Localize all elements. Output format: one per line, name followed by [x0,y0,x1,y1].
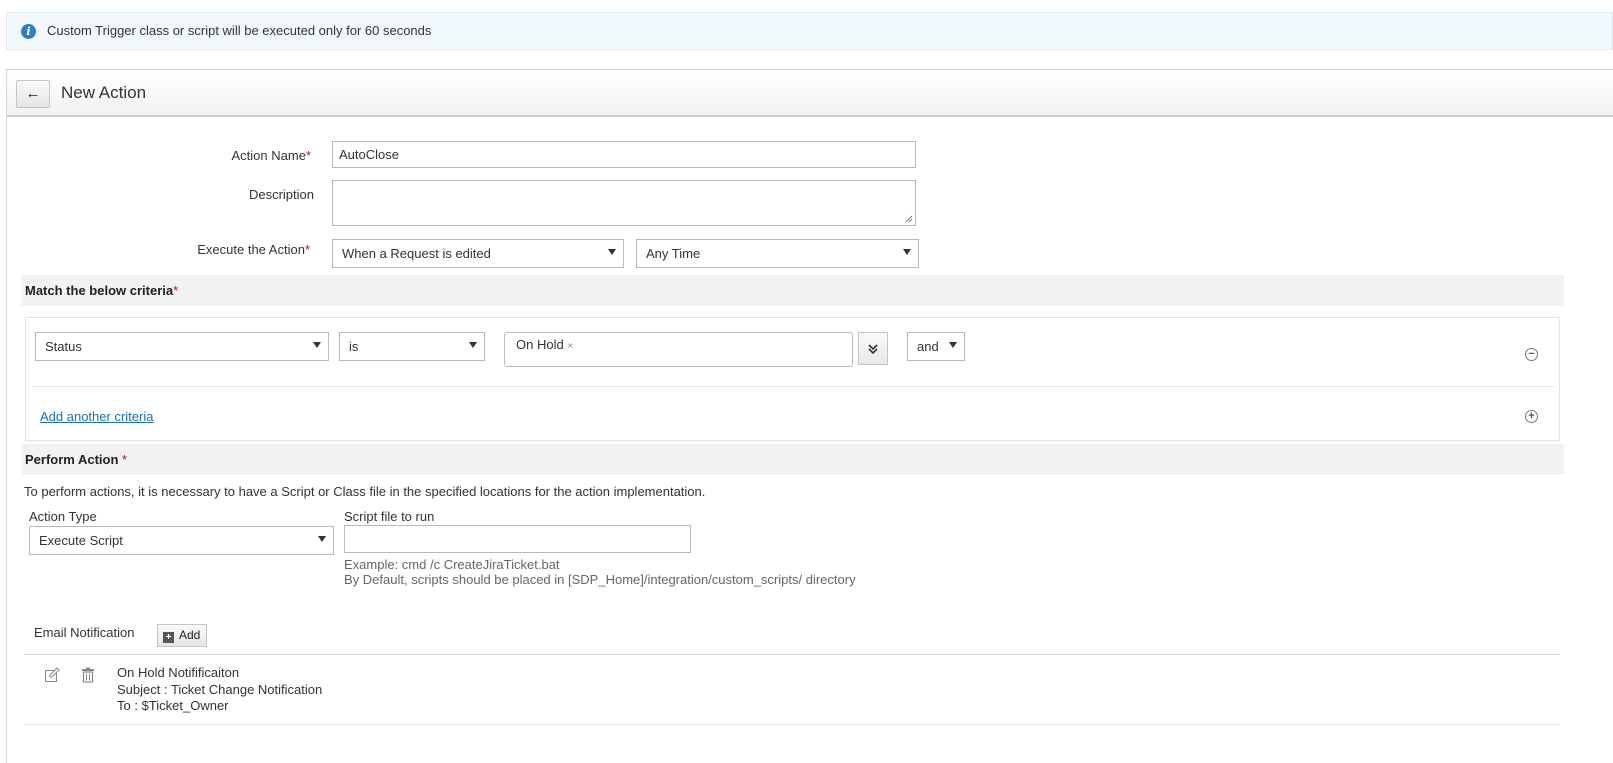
edit-icon[interactable] [44,667,60,686]
description-label: Description [248,187,314,202]
page-title: New Action [61,83,147,102]
script-file-label: Script file to run [344,509,435,524]
perform-action-section-title: Perform Action * [21,444,1564,475]
notification-row-divider [24,724,1560,725]
add-another-criteria-link[interactable]: Add another criteria [40,409,153,424]
criteria-section-title: Match the below criteria* [21,275,1564,306]
action-type-select[interactable]: Execute Script [29,526,334,555]
criteria-value-input[interactable]: On Hold × [504,332,853,367]
execute-time-value: Any Time [646,246,701,261]
panel-header: ← New Action [7,70,1613,117]
execute-time-select[interactable]: Any Time [636,239,919,268]
action-name-input[interactable]: AutoClose [332,141,916,168]
script-example-hint: Example: cmd /c CreateJiraTicket.bat [344,557,560,572]
resize-grip-icon[interactable] [905,215,913,223]
caret-down-icon [903,249,911,255]
expand-values-button[interactable] [858,332,888,365]
info-icon: i [21,24,36,39]
value-chip-label: On Hold [516,337,564,352]
criteria-operator-value: is [349,339,359,354]
conjunction-value: and [917,339,939,354]
trash-icon[interactable] [81,667,95,686]
add-email-notification-button[interactable]: + Add [157,624,208,647]
script-default-location-hint: By Default, scripts should be placed in … [344,572,856,587]
info-banner: i Custom Trigger class or script will be… [6,12,1613,50]
description-textarea[interactable] [332,180,916,226]
minus-circle-icon[interactable]: − [1525,348,1538,361]
criteria-field-value: Status [45,339,82,354]
execute-event-value: When a Request is edited [342,246,491,261]
value-chip: On Hold × [516,337,573,352]
criteria-operator-select[interactable]: is [339,332,485,361]
notification-name: On Hold Notifificaiton [117,665,240,680]
add-button-label: Add [179,628,201,642]
criteria-conjunction-select[interactable]: and [907,332,965,361]
caret-down-icon [318,536,326,542]
action-type-label: Action Type [29,509,97,524]
chip-remove-icon[interactable]: × [567,341,573,352]
execute-action-label: Execute the Action* [197,242,310,257]
script-file-input[interactable] [344,525,691,553]
action-name-label: Action Name* [231,148,311,163]
caret-down-icon [313,342,321,348]
execute-event-select[interactable]: When a Request is edited [332,239,624,268]
notification-recipient: To : $Ticket_Owner [117,698,229,713]
info-banner-text: Custom Trigger class or script will be e… [47,23,432,38]
email-divider [24,654,1560,655]
notification-subject: Subject : Ticket Change Notification [117,682,323,697]
caret-down-icon [469,342,477,348]
criteria-field-select[interactable]: Status [35,332,329,361]
perform-action-description: To perform actions, it is necessary to h… [24,484,706,499]
arrow-left-icon: ← [25,85,41,102]
criteria-divider [32,386,1554,387]
back-button[interactable]: ← [16,80,50,108]
email-notification-label: Email Notification [34,625,135,640]
caret-down-icon [949,342,957,348]
criteria-box: Status is On Hold × and − Add another cr… [25,317,1560,441]
double-chevron-down-icon [868,344,878,355]
caret-down-icon [608,249,616,255]
plus-circle-icon[interactable]: + [1525,410,1538,423]
action-type-value: Execute Script [39,533,123,548]
plus-square-icon: + [163,632,174,643]
